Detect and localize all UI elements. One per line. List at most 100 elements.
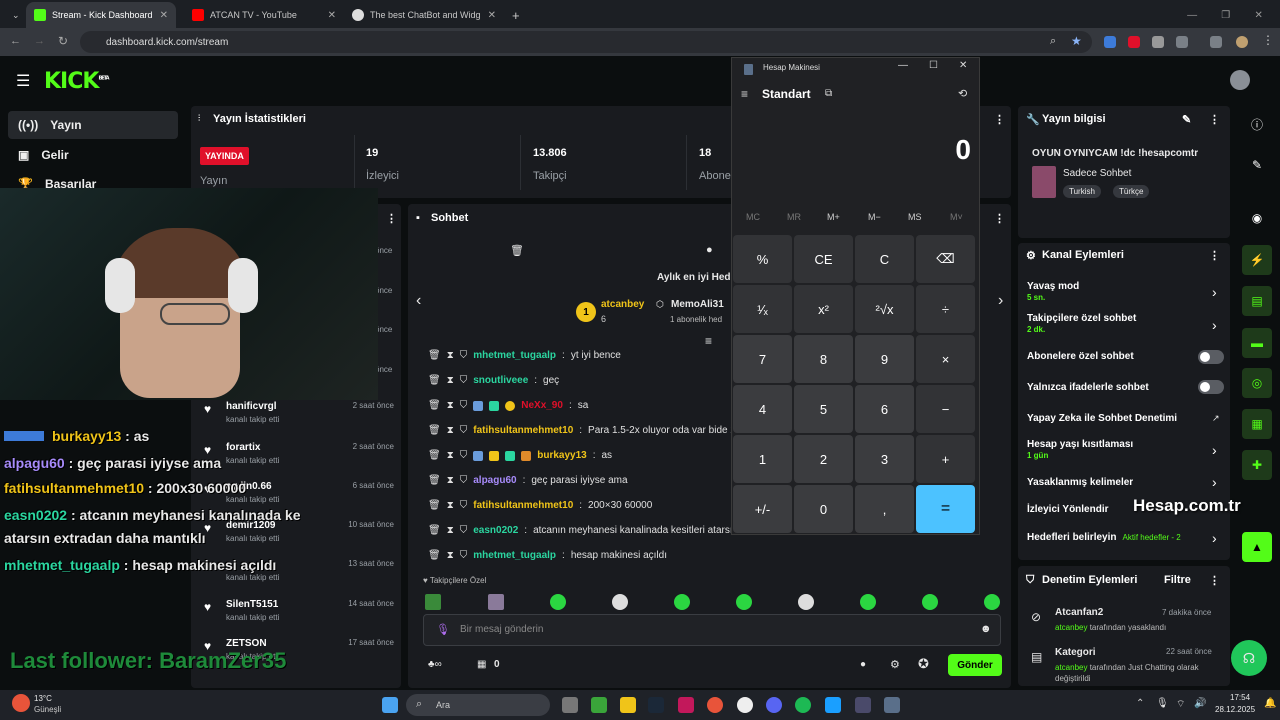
chevron-right-icon[interactable]: ›: [1212, 474, 1217, 490]
external-link-icon[interactable]: ↗: [1212, 413, 1220, 424]
timeout-icon[interactable]: ⧗: [447, 450, 454, 461]
emote[interactable]: [488, 594, 504, 610]
digit-2-key[interactable]: 2: [794, 435, 853, 483]
digit-0-key[interactable]: 0: [794, 485, 853, 533]
memory-add-button[interactable]: M+: [827, 212, 840, 222]
subtract-key[interactable]: −: [916, 385, 975, 433]
clear-key[interactable]: C: [855, 235, 914, 283]
trash-icon[interactable]: 🗑: [428, 550, 441, 561]
multiply-key[interactable]: ×: [916, 335, 975, 383]
chat-input[interactable]: 🎙 Bir mesaj gönderin ☻: [423, 614, 1001, 646]
edit-icon[interactable]: ✎: [1242, 150, 1272, 180]
shield-icon[interactable]: ⛉: [460, 525, 468, 536]
memory-clear-button[interactable]: MC: [746, 212, 760, 222]
app-icon[interactable]: [855, 697, 871, 713]
more-options-icon[interactable]: ⋮: [994, 212, 1005, 225]
spotify-icon[interactable]: [795, 697, 811, 713]
equals-key[interactable]: =: [916, 485, 975, 533]
subs-only-toggle[interactable]: [1198, 350, 1224, 364]
info-icon[interactable]: ⓘ: [1242, 109, 1272, 139]
forward-icon[interactable]: →: [34, 35, 45, 47]
nav-menu-icon[interactable]: ≡: [741, 87, 748, 101]
timeout-icon[interactable]: ⧗: [447, 425, 454, 436]
maximize-icon[interactable]: ☐: [929, 60, 938, 71]
emote[interactable]: [984, 594, 1000, 610]
extension-icon[interactable]: [1152, 36, 1164, 48]
support-headset-icon[interactable]: ☊: [1231, 640, 1267, 676]
chevron-right-icon[interactable]: ›: [1212, 284, 1217, 300]
lightning-icon[interactable]: ⚡: [1242, 245, 1272, 275]
memory-list-button[interactable]: M˅: [950, 212, 963, 222]
close-icon[interactable]: ✕: [328, 10, 336, 21]
extensions-puzzle-icon[interactable]: [1176, 36, 1188, 48]
next-arrow-icon[interactable]: ›: [998, 292, 1003, 310]
negate-key[interactable]: +/-: [733, 485, 792, 533]
tab-kick-dashboard[interactable]: Stream - Kick Dashboard ✕: [26, 2, 176, 28]
digit-4-key[interactable]: 4: [733, 385, 792, 433]
trash-icon[interactable]: 🗑: [510, 244, 524, 257]
emote[interactable]: [860, 594, 876, 610]
add-key[interactable]: +: [916, 435, 975, 483]
url-field[interactable]: dashboard.kick.com/stream: [80, 31, 1092, 53]
camera-icon[interactable]: ◉: [1242, 203, 1272, 233]
hamburger-menu-icon[interactable]: ☰: [16, 71, 30, 91]
raid-item[interactable]: İzleyici Yönlendir: [1027, 504, 1109, 515]
digit-7-key[interactable]: 7: [733, 335, 792, 383]
sqrt-key[interactable]: ²√x: [855, 285, 914, 333]
sidebar-item-yayin[interactable]: ((•)) Yayın: [8, 111, 178, 139]
close-icon[interactable]: ✕: [488, 10, 496, 21]
mic-icon[interactable]: 🎙: [1156, 698, 1169, 709]
tray-chevron-icon[interactable]: ⌃: [1136, 698, 1144, 709]
trash-icon[interactable]: 🗑: [428, 500, 441, 511]
reading-list-icon[interactable]: [1210, 36, 1222, 48]
more-options-icon[interactable]: ⋮: [994, 113, 1005, 126]
notification-bell-icon[interactable]: 🔔: [1264, 698, 1276, 709]
task-view-icon[interactable]: [562, 697, 578, 713]
bot-icon[interactable]: ✪: [918, 656, 929, 672]
more-options-icon[interactable]: ⋮: [1209, 113, 1220, 126]
clear-entry-key[interactable]: CE: [794, 235, 853, 283]
reload-icon[interactable]: ↻: [58, 34, 68, 48]
steam-icon[interactable]: [648, 697, 664, 713]
app-icon[interactable]: [825, 697, 841, 713]
account-age-item[interactable]: Hesap yaşı kısıtlaması 1 gün: [1027, 439, 1133, 460]
new-tab-button[interactable]: +: [504, 2, 524, 28]
trash-icon[interactable]: 🗑: [428, 375, 441, 386]
broadcast-icon[interactable]: ◎: [1242, 368, 1272, 398]
minimize-icon[interactable]: —: [1187, 10, 1197, 21]
shield-icon[interactable]: ⛉: [460, 400, 468, 411]
tab-youtube[interactable]: ATCAN TV - YouTube ✕: [184, 2, 344, 28]
chevron-right-icon[interactable]: ›: [1212, 317, 1217, 333]
discord-icon[interactable]: [766, 697, 782, 713]
obs-icon[interactable]: [737, 697, 753, 713]
profile-avatar[interactable]: [1236, 36, 1248, 48]
emote[interactable]: [612, 594, 628, 610]
digit-1-key[interactable]: 1: [733, 435, 792, 483]
timeout-icon[interactable]: ⧗: [447, 500, 454, 511]
more-options-icon[interactable]: ⋮: [1209, 249, 1220, 262]
minecraft-icon[interactable]: [591, 697, 607, 713]
emote[interactable]: [922, 594, 938, 610]
trash-icon[interactable]: 🗑: [428, 525, 441, 536]
shield-icon[interactable]: ⛉: [460, 500, 468, 511]
digit-9-key[interactable]: 9: [855, 335, 914, 383]
mic-icon[interactable]: 🎙: [436, 623, 450, 636]
digit-8-key[interactable]: 8: [794, 335, 853, 383]
bookmark-star-icon[interactable]: ★: [1071, 34, 1082, 48]
pinned-expand-icon[interactable]: ≡: [705, 334, 712, 348]
wifi-icon[interactable]: ⌔: [1176, 698, 1185, 711]
chrome-icon[interactable]: [707, 697, 723, 713]
timeout-icon[interactable]: ⧗: [447, 525, 454, 536]
send-button[interactable]: Gönder: [948, 654, 1002, 676]
emote[interactable]: [736, 594, 752, 610]
close-icon[interactable]: ✕: [160, 10, 168, 21]
backspace-key[interactable]: ⌫: [916, 235, 975, 283]
close-icon[interactable]: ✕: [959, 60, 967, 71]
shield-icon[interactable]: ⛉: [460, 550, 468, 561]
reciprocal-key[interactable]: ¹⁄ₓ: [733, 285, 792, 333]
emote[interactable]: [550, 594, 566, 610]
followers-only-item[interactable]: Takipçilere özel sohbet 2 dk.: [1027, 313, 1136, 334]
chat-options-icon[interactable]: ●: [860, 659, 866, 670]
digit-5-key[interactable]: 5: [794, 385, 853, 433]
shield-icon[interactable]: ⛉: [460, 375, 468, 386]
